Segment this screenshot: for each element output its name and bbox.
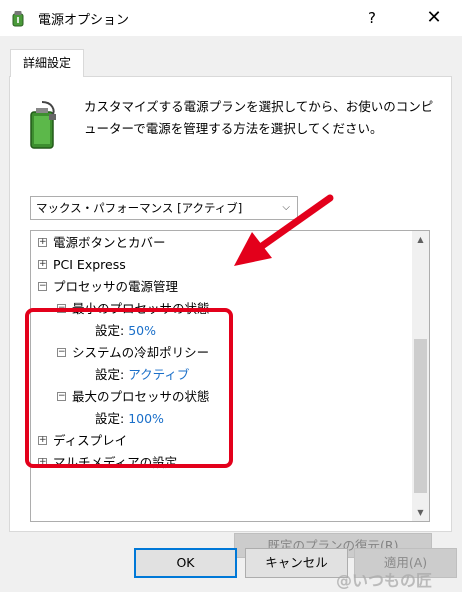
power-plan-select[interactable]: マックス・パフォーマンス [アクティブ] ⌵ bbox=[30, 196, 298, 220]
description-text: カスタマイズする電源プランを選択してから、お使いのコンピューターで電源を管理する… bbox=[84, 99, 434, 136]
collapse-icon[interactable]: − bbox=[38, 282, 47, 291]
expand-icon[interactable]: + bbox=[38, 260, 47, 269]
ok-button[interactable]: OK bbox=[134, 548, 237, 578]
tree-item-power-buttons[interactable]: + 電源ボタンとカバー bbox=[38, 233, 166, 253]
chevron-down-icon[interactable]: ⌵ bbox=[282, 197, 290, 219]
battery-plug-icon bbox=[30, 101, 56, 149]
help-button[interactable]: ? bbox=[354, 0, 390, 36]
close-button[interactable]: ✕ bbox=[412, 0, 456, 36]
tree-item-label: PCI Express bbox=[53, 257, 126, 272]
scroll-up-arrow-icon[interactable]: ▲ bbox=[412, 231, 429, 248]
scrollbar-thumb[interactable] bbox=[414, 339, 427, 493]
tab-advanced-settings[interactable]: 詳細設定 bbox=[10, 49, 84, 77]
watermark: @いつもの匠 bbox=[336, 571, 433, 590]
window-title: 電源オプション bbox=[38, 13, 130, 28]
tree-item-label: 電源ボタンとカバー bbox=[53, 235, 166, 250]
title-bar: 電源オプション ? ✕ bbox=[0, 0, 462, 36]
tree-item-pci-express[interactable]: + PCI Express bbox=[38, 255, 126, 275]
tree-item-processor-power[interactable]: − プロセッサの電源管理 bbox=[38, 277, 178, 297]
dialog-body: 詳細設定 カスタマイズする電源プランを選択してから、お使いのコンピューターで電源… bbox=[0, 36, 462, 592]
expand-icon[interactable]: + bbox=[38, 238, 47, 247]
cancel-button[interactable]: キャンセル bbox=[245, 548, 348, 578]
highlight-box bbox=[25, 308, 233, 468]
tree-item-label: プロセッサの電源管理 bbox=[53, 279, 179, 294]
scroll-down-arrow-icon[interactable]: ▼ bbox=[412, 504, 429, 521]
power-plan-value: マックス・パフォーマンス [アクティブ] bbox=[36, 201, 243, 215]
power-options-icon bbox=[12, 11, 24, 27]
vertical-scrollbar[interactable]: ▲ ▼ bbox=[412, 231, 429, 521]
